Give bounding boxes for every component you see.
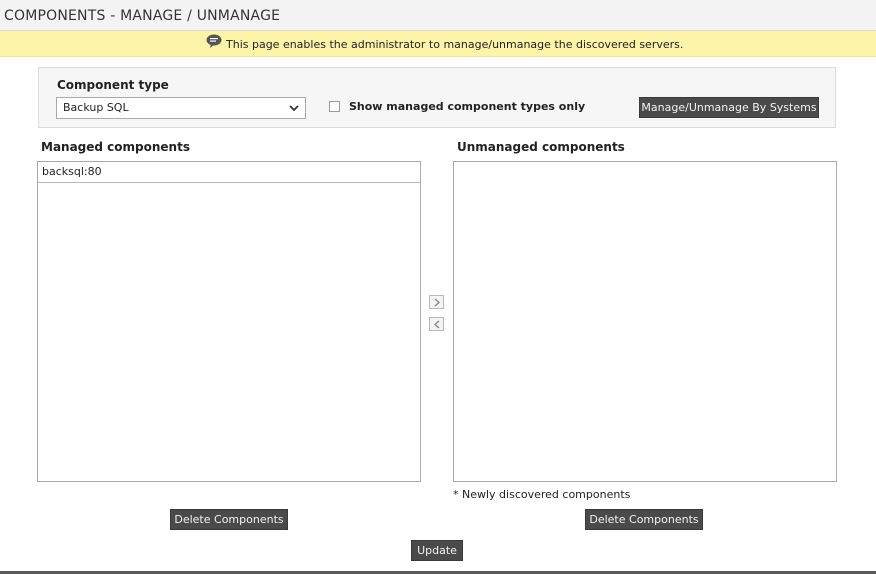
component-type-label: Component type — [57, 78, 169, 92]
unmanaged-components-heading: Unmanaged components — [457, 140, 625, 154]
move-to-unmanaged-button[interactable] — [429, 295, 444, 309]
title-bar: COMPONENTS - MANAGE / UNMANAGE — [0, 0, 876, 31]
show-managed-only-label[interactable]: Show managed component types only — [349, 100, 585, 113]
filter-panel: Component type Backup SQL Show managed c… — [38, 67, 836, 128]
managed-components-list[interactable]: backsql:80 — [37, 161, 421, 482]
chevron-down-icon — [288, 102, 300, 114]
manage-by-systems-button[interactable]: Manage/Unmanage By Systems — [639, 97, 819, 118]
component-type-value: Backup SQL — [63, 101, 129, 114]
speech-bubble-icon — [206, 34, 222, 49]
info-bar: This page enables the administrator to m… — [0, 31, 876, 57]
info-message: This page enables the administrator to m… — [226, 38, 684, 51]
unmanaged-components-list[interactable] — [453, 161, 837, 482]
delete-unmanaged-components-button[interactable]: Delete Components — [585, 509, 703, 530]
delete-managed-components-button[interactable]: Delete Components — [170, 509, 288, 530]
move-to-managed-button[interactable] — [429, 317, 444, 331]
update-button[interactable]: Update — [411, 540, 463, 561]
component-type-select[interactable]: Backup SQL — [56, 97, 306, 119]
newly-discovered-note: * Newly discovered components — [453, 488, 631, 501]
page-title: COMPONENTS - MANAGE / UNMANAGE — [4, 8, 281, 24]
list-item-label: backsql:80 — [42, 165, 102, 178]
show-managed-only-checkbox[interactable] — [329, 101, 340, 112]
managed-components-heading: Managed components — [41, 140, 190, 154]
list-item[interactable]: backsql:80 — [38, 162, 420, 183]
